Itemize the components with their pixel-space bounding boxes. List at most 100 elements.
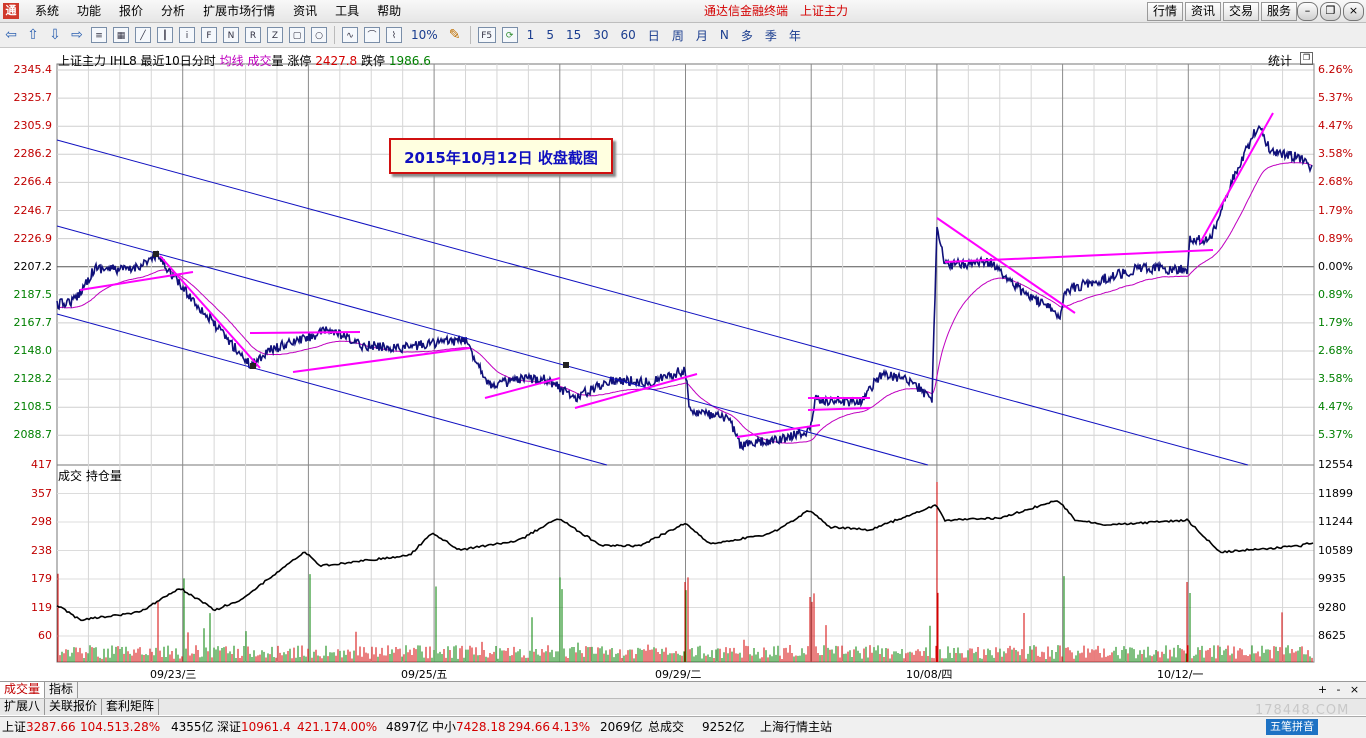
sz-value: 10961.4 [241,720,291,734]
annotation-box: 2015年10月12日 收盘截图 [389,138,613,174]
close-panel-button[interactable]: × [1348,683,1361,696]
marker-square [153,251,159,257]
percent-tick-label: 6.26% [1318,63,1353,76]
marker-square [563,362,569,368]
price-tick-label: 2167.7 [13,315,53,329]
date-label: 09/29/二 [655,668,702,681]
sh-change: 104.51 [80,720,122,734]
sz-amount: 4897亿 [386,720,429,734]
tab-volume[interactable]: 成交量 [0,682,46,698]
volume-tick-label: 417 [31,458,52,471]
percent-tick-label: 0.89% [1318,287,1353,301]
oi-tick-label: 9935 [1318,572,1346,585]
limit-down-value: 1986.6 [388,54,431,68]
price-tick-label: 2325.7 [13,91,53,105]
percent-tick-label: 5.37% [1318,428,1353,442]
chart-period: 最近10日分时 [140,54,216,68]
date-label: 10/08/四 [906,668,953,681]
price-tick-label: 2187.5 [13,287,53,301]
price-tick-label: 2266.4 [13,175,53,189]
price-tick-label: 2207.2 [13,259,53,273]
sh-value: 3287.66 [26,720,76,734]
channel-line-lower [56,313,608,466]
oi-tick-label: 9280 [1318,600,1346,614]
price-tick-label: 2148.0 [13,344,53,357]
volume-tick-label: 119 [31,600,52,614]
percent-tick-label: 2.68% [1318,344,1353,357]
sz-label: 深证 [217,720,242,734]
stats-button[interactable]: 统计 [1268,52,1292,69]
total-label: 总成交 [648,720,685,734]
volume-tick-label: 238 [31,543,52,557]
channel-line-upper [56,139,1249,466]
oi-tick-label: 11899 [1318,486,1353,500]
limit-up-value: 2427.8 [315,54,358,68]
date-label: 09/23/三 [150,668,197,681]
status-bar: 上证 3287.66 104.51 3.28% 4355亿 深证 10961.4… [0,716,1366,738]
sz-pct: 4.00% [339,720,378,734]
tab-arbitrage-matrix[interactable]: 套利矩阵 [102,699,160,715]
price-tick-label: 2305.9 [13,119,53,133]
date-label: 10/12/一 [1157,668,1204,681]
oi-tick-label: 11244 [1318,515,1353,528]
marker-square [250,363,256,369]
zx-change: 294.66 [508,720,550,734]
percent-tick-label: 3.58% [1318,147,1353,161]
sh-amount: 4355亿 [171,720,214,734]
price-tick-label: 2246.7 [13,203,53,217]
oi-tick-label: 12554 [1318,458,1353,471]
percent-tick-label: 1.79% [1318,203,1353,217]
total-value: 9252亿 [702,720,745,734]
oi-tick-label: 8625 [1318,629,1346,642]
percent-tick-label: 2.68% [1318,175,1353,189]
tab-extended-eight[interactable]: 扩展八 [0,699,46,715]
date-label: 09/25/五 [401,668,448,681]
price-tick-label: 2286.2 [13,147,53,161]
trend-line [807,407,871,411]
price-tick-label: 2226.9 [13,231,53,245]
price-tick-label: 2128.2 [13,372,53,386]
trend-line [1199,112,1274,244]
zoom-buttons: + - × [1316,683,1361,696]
extended-tabs: 扩展八 关联报价 套利矩阵 [0,698,1366,715]
zx-pct: 4.13% [552,720,591,734]
chart-header: 上证主力 IHL8 最近10日分时 均线 成交量 涨停 2427.8 跌停 19… [58,52,431,69]
maximize-panel-icon[interactable]: ❐ [1300,52,1313,65]
volume-panel-label: 成交 持仓量 [58,469,122,483]
price-tick-label: 2088.7 [13,428,53,442]
sz-change: 421.17 [297,720,339,734]
trend-line [249,331,361,334]
price-tick-label: 2108.5 [13,400,53,414]
percent-tick-label: 0.00% [1318,259,1353,273]
percent-tick-label: 4.47% [1318,400,1353,414]
zx-amount: 2069亿 [600,720,643,734]
ime-indicator[interactable]: 五笔拼音 [1266,719,1318,735]
tab-related-quotes[interactable]: 关联报价 [45,699,103,715]
limit-down-label: 跌停 [361,54,386,68]
volume-tick-label: 60 [38,629,52,642]
percent-tick-label: 3.58% [1318,372,1353,386]
trend-line [292,347,471,373]
price-tick-label: 2345.4 [13,63,53,76]
station-name[interactable]: 上海行情主站 [760,717,832,738]
sh-label: 上证 [2,720,27,734]
sh-pct: 3.28% [122,720,161,734]
zoom-in-button[interactable]: + [1316,683,1329,696]
volume-tick-label: 298 [31,515,52,528]
trend-line [936,217,1076,314]
volume-label-a: 成交 [247,54,272,68]
avg-line-label: 均线 [219,54,244,68]
intraday-chart[interactable] [0,0,1366,737]
percent-tick-label: 1.79% [1318,315,1353,329]
percent-tick-label: 0.89% [1318,231,1353,245]
tab-indicator[interactable]: 指标 [45,682,79,698]
zoom-out-button[interactable]: - [1332,683,1345,696]
oi-tick-label: 10589 [1318,543,1353,557]
volume-tick-label: 179 [31,572,52,585]
percent-tick-label: 4.47% [1318,119,1353,133]
percent-tick-label: 5.37% [1318,91,1353,105]
zx-label: 中小 [432,720,457,734]
indicator-tabs: 成交量 指标 [0,681,1366,698]
zx-value: 7428.18 [456,720,506,734]
volume-tick-label: 357 [31,486,52,500]
